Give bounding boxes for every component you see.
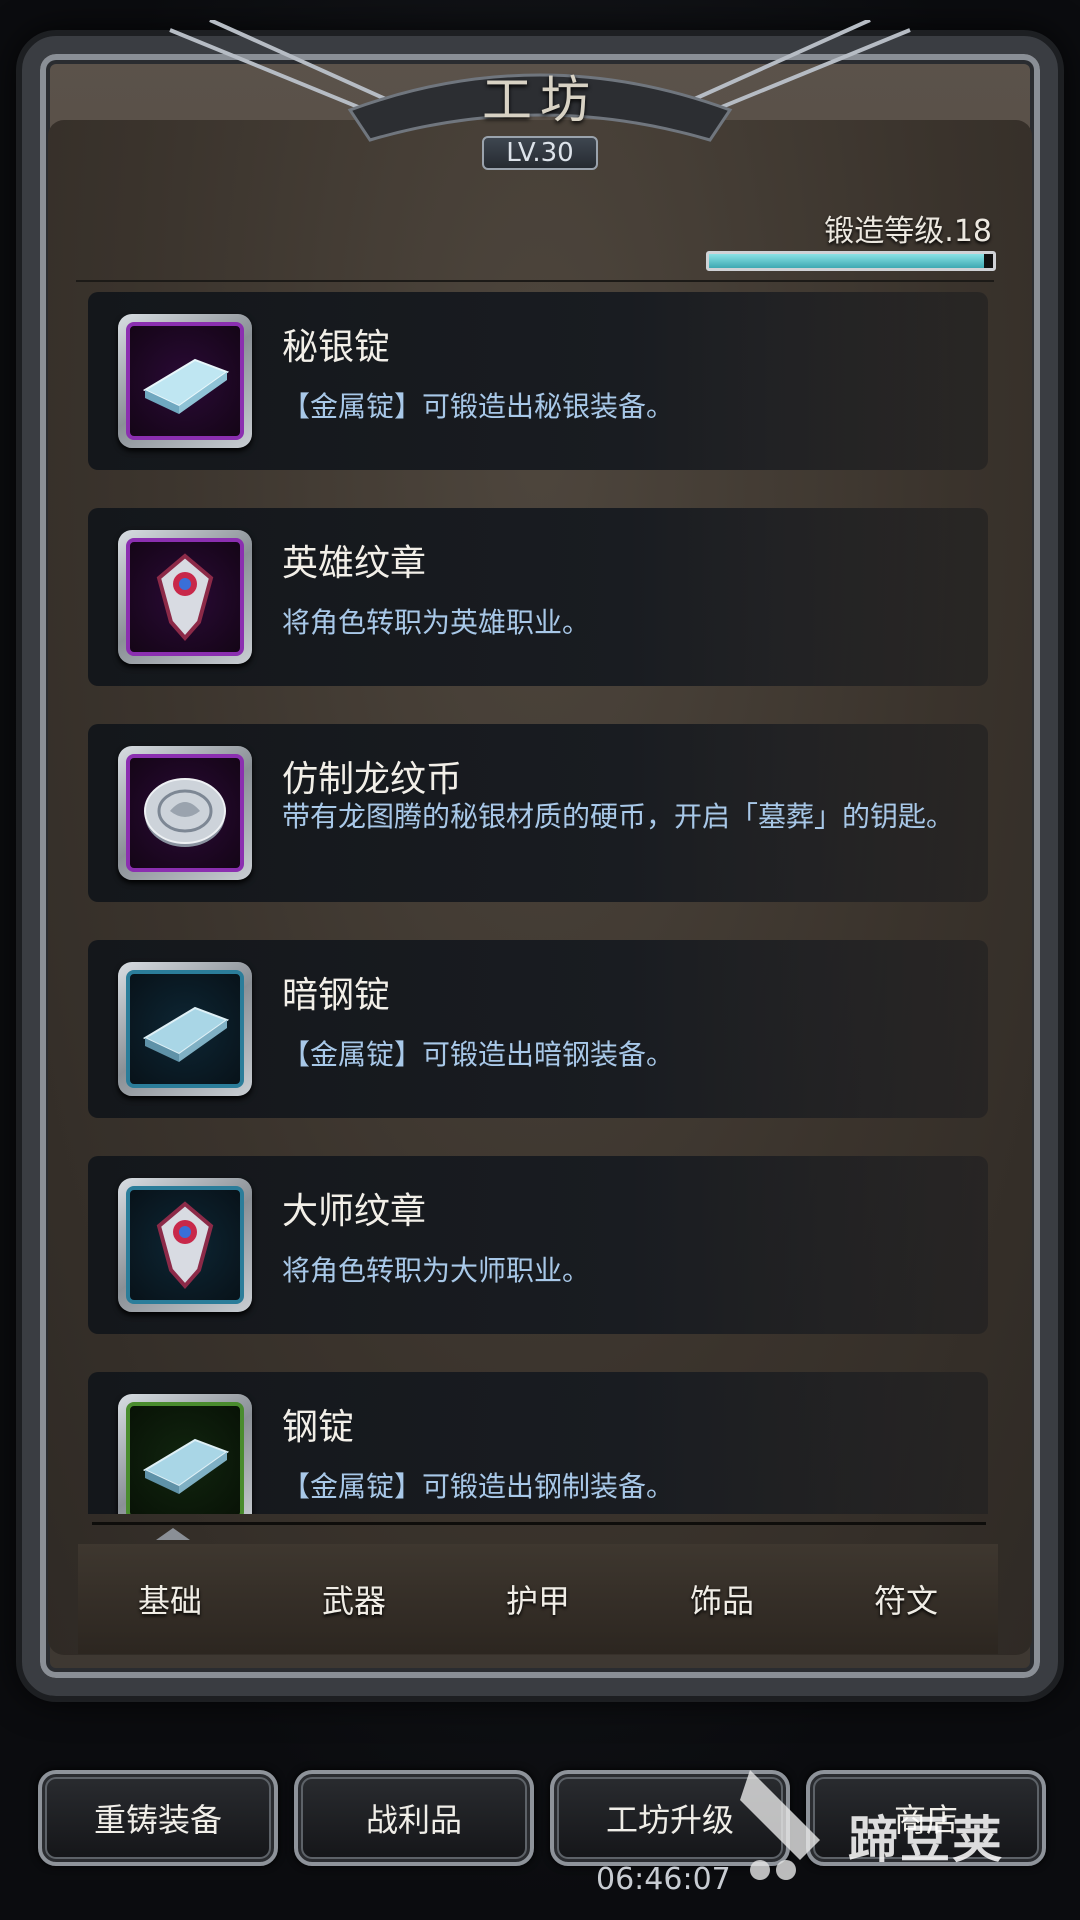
item-name: 英雄纹章	[282, 543, 427, 584]
workshop-level-badge: LV.30	[482, 136, 598, 170]
item-description: 带有龙图腾的秘银材质的硬币，开启「墓葬」的钥匙。	[282, 800, 955, 833]
item-description: 将角色转职为英雄职业。	[282, 606, 591, 639]
ingot-icon	[142, 1006, 230, 1062]
item-name: 钢锭	[282, 1407, 355, 1448]
reforge-button[interactable]: 重铸装备	[38, 1770, 278, 1866]
tab-indicator-icon	[156, 1528, 190, 1540]
item-icon-frame	[118, 962, 252, 1096]
item-description: 将角色转职为大师职业。	[282, 1254, 591, 1287]
item-description: 【金属锭】可锻造出钢制装备。	[282, 1470, 675, 1503]
tab-armor[interactable]: 护甲	[446, 1544, 630, 1654]
tab-accessory[interactable]: 饰品	[630, 1544, 814, 1654]
list-item[interactable]: 暗钢锭 【金属锭】可锻造出暗钢装备。	[88, 940, 988, 1118]
watermark-text: 蹄豆荚	[848, 1811, 1004, 1869]
recipe-list[interactable]: 秘银锭 【金属锭】可锻造出秘银装备。 英雄纹章 将角色转职为英雄职业。 仿制龙纹…	[88, 292, 990, 1514]
item-name: 大师纹章	[282, 1191, 427, 1232]
list-item[interactable]: 仿制龙纹币 带有龙图腾的秘银材质的硬币，开启「墓葬」的钥匙。	[88, 724, 988, 902]
list-item[interactable]: 钢锭 【金属锭】可锻造出钢制装备。	[88, 1372, 988, 1514]
item-icon-frame	[118, 1178, 252, 1312]
item-icon-frame	[118, 530, 252, 664]
watermark-logo-icon	[740, 1770, 820, 1880]
page-title: 工坊	[482, 71, 598, 129]
loot-button[interactable]: 战利品	[294, 1770, 534, 1866]
item-icon-frame	[118, 746, 252, 880]
crest-icon	[156, 553, 214, 642]
divider	[76, 280, 994, 282]
list-item[interactable]: 大师纹章 将角色转职为大师职业。	[88, 1156, 988, 1334]
tab-basic[interactable]: 基础	[78, 1544, 262, 1654]
title-plate: 工坊 LV.30	[440, 60, 640, 170]
forge-progress-bar	[706, 251, 996, 271]
item-name: 仿制龙纹币	[282, 759, 463, 800]
item-name: 暗钢锭	[282, 975, 391, 1016]
tab-rune[interactable]: 符文	[814, 1544, 998, 1654]
list-item[interactable]: 英雄纹章 将角色转职为英雄职业。	[88, 508, 988, 686]
ingot-icon	[142, 1438, 230, 1494]
tab-weapon[interactable]: 武器	[262, 1544, 446, 1654]
item-description: 【金属锭】可锻造出秘银装备。	[282, 390, 675, 423]
crest-icon	[156, 1201, 214, 1290]
item-icon-frame	[118, 1394, 252, 1514]
forge-progress-fill	[709, 254, 985, 268]
divider	[92, 1522, 986, 1525]
clock-time: 06:46:07	[596, 1862, 731, 1897]
item-description: 【金属锭】可锻造出暗钢装备。	[282, 1038, 675, 1071]
item-icon-frame	[118, 314, 252, 448]
coin-icon	[144, 778, 226, 847]
forge-level-label: 锻造等级.18	[824, 214, 992, 249]
list-item[interactable]: 秘银锭 【金属锭】可锻造出秘银装备。	[88, 292, 988, 470]
category-tabs: 基础 武器 护甲 饰品 符文	[78, 1544, 998, 1654]
ingot-icon	[142, 358, 230, 414]
item-name: 秘银锭	[282, 327, 391, 368]
